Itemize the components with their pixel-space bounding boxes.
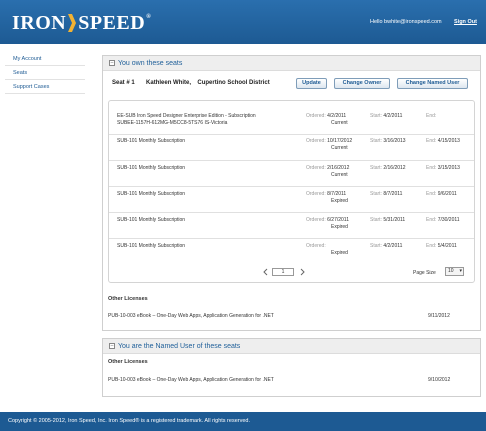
ordered-label: Ordered: <box>306 191 326 197</box>
seat-owner: Kathleen White, <box>146 80 192 86</box>
logo-text-right: SPEED <box>78 11 146 34</box>
subscription-key: SUBEE-1157H-612MG-M5CC8-5TS76 IS-Victori… <box>117 120 228 126</box>
ordered-label: Ordered: <box>306 243 326 249</box>
start-label: Start: <box>370 138 382 144</box>
subscription-name: SUB-101 Monthly Subscription <box>117 243 186 249</box>
end-label: End: <box>426 243 437 249</box>
page-size-select[interactable]: 10 ▾ <box>445 267 464 276</box>
ordered-date: 4/2/2011 <box>327 113 347 119</box>
subscription-status: Expired <box>331 250 348 256</box>
end-date: 5/4/2011 <box>437 243 457 249</box>
ordered-date: 10/17/2012 <box>327 138 353 144</box>
subscription-row[interactable]: SUB-101 Monthly Subscription Ordered: 2/… <box>109 161 474 187</box>
next-page-icon[interactable] <box>300 268 306 278</box>
subscription-name: SUB-101 Monthly Subscription <box>117 217 186 223</box>
license-date: 9/11/2012 <box>428 313 450 319</box>
start-date: 5/31/2011 <box>383 217 406 223</box>
sidebar-item-seats[interactable]: Seats <box>5 66 85 80</box>
start-date: 3/16/2013 <box>383 138 406 144</box>
subscription-row[interactable]: SUB-101 Monthly Subscription Ordered: Ex… <box>109 239 474 265</box>
copyright-text: Copyright © 2005-2012, Iron Speed, Inc. … <box>8 418 250 424</box>
page-size-value: 10 <box>448 268 454 274</box>
ordered-date: 6/27/2011 <box>327 217 349 223</box>
sidebar-item-support-cases[interactable]: Support Cases <box>5 80 85 94</box>
collapse-icon[interactable]: – <box>109 343 115 349</box>
subscription-name: SUB-101 Monthly Subscription <box>117 191 186 197</box>
sidebar-item-my-account[interactable]: My Account <box>5 52 85 66</box>
subscription-row[interactable]: SUB-101 Monthly Subscription Ordered: 6/… <box>109 213 474 239</box>
end-label: End: <box>426 165 437 171</box>
subscription-row[interactable]: SUB-101 Monthly Subscription Ordered: 8/… <box>109 187 474 213</box>
named-other-licenses-title: Other Licenses <box>108 359 148 365</box>
named-user-panel: – You are the Named User of these seats <box>102 338 481 397</box>
start-label: Start: <box>370 191 382 197</box>
subscription-status: Current <box>331 172 348 178</box>
ordered-date: 2/16/2012 <box>327 165 350 171</box>
subscription-list: EE-SUB Iron Speed Designer Enterprise Ed… <box>108 100 475 283</box>
start-date: 4/2/2011 <box>383 243 403 249</box>
end-label: End: <box>426 217 437 223</box>
start-date: 4/2/2011 <box>383 113 403 119</box>
start-date: 2/16/2012 <box>383 165 406 171</box>
start-label: Start: <box>370 217 382 223</box>
subscription-status: Current <box>331 120 348 126</box>
iron-speed-logo[interactable]: IRON SPEED ® <box>12 11 152 34</box>
change-named-user-button[interactable]: Change Named User <box>397 78 468 89</box>
sign-out-link[interactable]: Sign Out <box>454 19 477 25</box>
license-name: PUB-10-003 eBook – One-Day Web Apps, App… <box>108 377 274 383</box>
start-label: Start: <box>370 165 382 171</box>
sidebar-nav: My Account Seats Support Cases <box>5 52 85 94</box>
seat-number: Seat # 1 <box>112 80 135 86</box>
license-date: 9/10/2012 <box>428 377 451 383</box>
subscription-name: EE-SUB Iron Speed Designer Enterprise Ed… <box>117 113 256 119</box>
end-label: End: <box>426 113 437 119</box>
subscription-row[interactable]: EE-SUB Iron Speed Designer Enterprise Ed… <box>109 105 474 135</box>
page-size-label: Page Size <box>413 270 436 276</box>
page-footer: Copyright © 2005-2012, Iron Speed, Inc. … <box>0 412 486 431</box>
end-label: End: <box>426 191 437 197</box>
seat-info: Seat # 1 Kathleen White, Cupertino Schoo… <box>112 80 270 86</box>
subscription-status: Expired <box>331 198 348 204</box>
start-label: Start: <box>370 243 382 249</box>
subscription-status: Current <box>331 145 348 151</box>
end-date: 3/15/2013 <box>437 165 460 171</box>
other-licenses-title: Other Licenses <box>108 296 148 302</box>
subscription-status: Expired <box>331 224 348 230</box>
subscription-name: SUB-101 Monthly Subscription <box>117 138 186 144</box>
ordered-label: Ordered: <box>306 165 326 171</box>
named-user-header[interactable]: – You are the Named User of these seats <box>103 339 480 354</box>
start-date: 8/7/2011 <box>383 191 403 197</box>
end-label: End: <box>426 138 437 144</box>
start-label: Start: <box>370 113 382 119</box>
end-date: 4/15/2013 <box>437 138 460 144</box>
logo-text-left: IRON <box>12 11 67 34</box>
update-button[interactable]: Update <box>296 78 327 89</box>
collapse-icon[interactable]: – <box>109 60 115 66</box>
subscription-name: SUB-101 Monthly Subscription <box>117 165 186 171</box>
named-user-title: You are the Named User of these seats <box>118 342 241 350</box>
ordered-date: 8/7/2011 <box>327 191 347 197</box>
page-number-input[interactable]: 1 <box>272 268 294 276</box>
ordered-label: Ordered: <box>306 113 326 119</box>
ordered-label: Ordered: <box>306 138 326 144</box>
owned-seats-header[interactable]: – You own these seats <box>103 56 480 71</box>
subscription-row[interactable]: SUB-101 Monthly Subscription Ordered: 10… <box>109 135 474 161</box>
change-owner-button[interactable]: Change Owner <box>334 78 390 89</box>
ordered-label: Ordered: <box>306 217 326 223</box>
license-name: PUB-10-003 eBook – One-Day Web Apps, App… <box>108 313 274 319</box>
end-date: 9/6/2011 <box>437 191 457 197</box>
prev-page-icon[interactable] <box>262 268 268 278</box>
logo-chevron-icon <box>68 14 77 32</box>
logo-registered-mark: ® <box>146 14 152 20</box>
owned-seats-title: You own these seats <box>118 59 183 67</box>
user-greeting: Hello bwhite@ironspeed.com <box>370 19 442 25</box>
app-header: IRON SPEED ® Hello bwhite@ironspeed.com … <box>0 0 486 44</box>
end-date: 7/30/2011 <box>437 217 460 223</box>
chevron-down-icon: ▾ <box>459 268 462 274</box>
seat-organization: Cupertino School District <box>197 80 270 86</box>
